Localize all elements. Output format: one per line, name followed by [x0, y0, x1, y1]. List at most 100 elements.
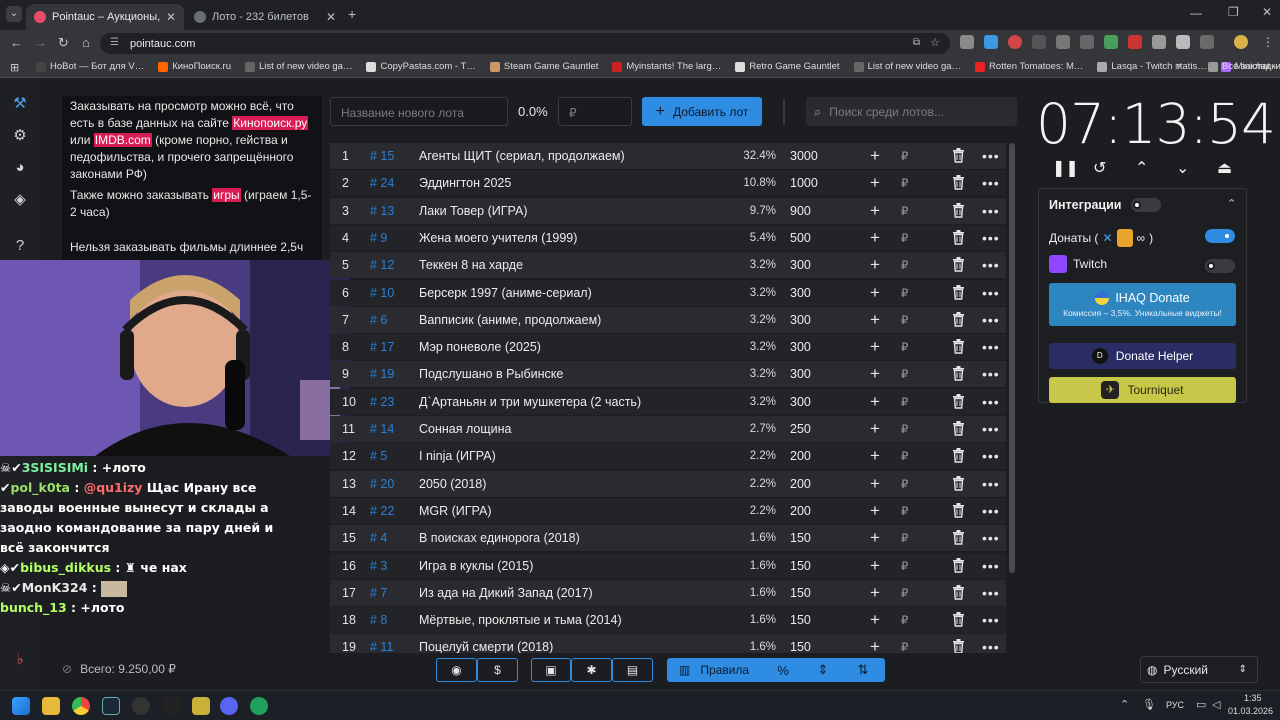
restore-window-icon[interactable]: ❐ — [1228, 5, 1239, 19]
twitch-toggle[interactable] — [1205, 259, 1235, 273]
integrations-toggle[interactable] — [1131, 198, 1161, 212]
lot-id-link[interactable]: # 10 — [370, 286, 394, 300]
lot-amount[interactable]: 1000 — [790, 176, 818, 190]
lot-menu-icon[interactable]: ••• — [982, 366, 1000, 382]
delete-lot-icon[interactable] — [952, 639, 965, 653]
lot-id-link[interactable]: # 12 — [370, 258, 394, 272]
bookmark-item[interactable]: CopyPastas.com - T… — [366, 61, 476, 72]
lot-menu-icon[interactable]: ••• — [982, 585, 1000, 601]
lot-id-link[interactable]: # 22 — [370, 504, 394, 518]
lot-menu-icon[interactable]: ••• — [982, 148, 1000, 164]
rules-button[interactable]: ▥ Правила — [667, 663, 763, 677]
amount-input[interactable]: ₽ — [901, 313, 908, 327]
app-icon[interactable] — [164, 697, 182, 715]
lot-name[interactable]: Эддингтон 2025 — [419, 176, 511, 190]
amount-input[interactable]: ₽ — [901, 204, 908, 218]
add-amount-icon[interactable]: + — [870, 580, 880, 606]
donate-button[interactable]: $ — [477, 658, 518, 682]
lot-id-link[interactable]: # 11 — [370, 640, 393, 653]
lot-menu-icon[interactable]: ••• — [982, 421, 1000, 437]
compress-icon[interactable]: ⇕ — [803, 662, 843, 678]
obs-icon[interactable] — [132, 697, 150, 715]
lot-menu-icon[interactable]: ••• — [982, 448, 1000, 464]
add-amount-icon[interactable]: + — [870, 361, 880, 387]
amount-input[interactable]: ₽ — [901, 231, 908, 245]
scrollbar[interactable] — [1009, 143, 1015, 573]
close-tab-icon[interactable]: ✕ — [326, 10, 336, 24]
bookmark-item[interactable]: КиноПоиск.ru — [158, 61, 231, 72]
lot-amount[interactable]: 250 — [790, 422, 811, 436]
tourniquet-button[interactable]: ✈ Tourniquet — [1049, 377, 1236, 403]
extension-icon[interactable] — [1104, 35, 1118, 49]
amount-input[interactable]: ₽ — [901, 367, 908, 381]
eye-off-icon[interactable]: ⊘ — [62, 662, 72, 676]
new-tab-button[interactable]: + — [348, 6, 356, 22]
lot-amount[interactable]: 150 — [790, 640, 811, 653]
lot-menu-icon[interactable]: ••• — [982, 394, 1000, 410]
delete-lot-icon[interactable] — [952, 502, 965, 521]
add-amount-icon[interactable]: + — [870, 170, 880, 196]
wheel-icon[interactable]: ◕ — [10, 158, 30, 178]
lot-id-link[interactable]: # 15 — [370, 149, 394, 163]
chrome-icon[interactable] — [72, 697, 90, 715]
donations-toggle[interactable] — [1205, 229, 1235, 243]
lot-menu-icon[interactable]: ••• — [982, 339, 1000, 355]
amount-input[interactable]: ₽ — [901, 449, 908, 463]
amount-input[interactable]: ₽ — [901, 149, 908, 163]
delete-lot-icon[interactable] — [952, 257, 965, 275]
forward-icon[interactable]: → — [34, 35, 47, 50]
file-explorer-icon[interactable] — [42, 697, 60, 715]
add-amount-icon[interactable]: + — [870, 334, 880, 360]
delete-lot-icon[interactable] — [952, 612, 965, 630]
lot-menu-icon[interactable]: ••• — [982, 558, 1000, 574]
percent-toggle-icon[interactable]: % — [763, 663, 803, 678]
lot-menu-icon[interactable]: ••• — [982, 312, 1000, 328]
microphone-icon[interactable]: 🎙 — [1142, 698, 1156, 711]
pause-icon[interactable]: ❚❚ — [1052, 158, 1079, 178]
delete-lot-icon[interactable] — [952, 229, 965, 248]
add-amount-icon[interactable]: + — [870, 389, 880, 415]
lot-id-link[interactable]: # 3 — [370, 559, 387, 573]
profile-avatar[interactable] — [1234, 35, 1248, 49]
amount-input[interactable]: ₽ — [901, 504, 908, 518]
amount-input[interactable]: ₽ — [901, 477, 908, 491]
lot-name[interactable]: Из ада на Дикий Запад (2017) — [419, 586, 593, 600]
delete-lot-icon[interactable] — [952, 175, 965, 193]
lot-id-link[interactable]: # 14 — [370, 422, 394, 436]
lot-id-link[interactable]: # 6 — [370, 313, 387, 327]
delete-lot-icon[interactable] — [952, 148, 965, 166]
lot-id-link[interactable]: # 5 — [370, 449, 387, 463]
add-amount-icon[interactable]: + — [870, 280, 880, 306]
apps-grid-icon[interactable]: ⊞ — [10, 61, 19, 74]
collapse-chevron-icon[interactable]: ⌃ — [1227, 197, 1236, 210]
bookmark-item[interactable]: Myinstants! The larg… — [612, 61, 721, 72]
lot-id-link[interactable]: # 4 — [370, 531, 387, 545]
lot-menu-icon[interactable]: ••• — [982, 203, 1000, 219]
monitor-icon[interactable]: ▭ — [1196, 698, 1206, 711]
site-info-icon[interactable]: ☰ — [110, 37, 119, 48]
lot-amount[interactable]: 150 — [790, 559, 811, 573]
lot-name[interactable]: В поисках единорога (2018) — [419, 531, 580, 545]
extension-icon[interactable] — [1008, 35, 1022, 49]
add-amount-icon[interactable]: + — [870, 525, 880, 551]
add-amount-icon[interactable]: + — [870, 225, 880, 251]
delete-lot-icon[interactable] — [952, 366, 965, 384]
lot-amount[interactable]: 150 — [790, 531, 811, 545]
delete-lot-icon[interactable] — [952, 202, 965, 221]
amount-input[interactable]: ₽ — [901, 340, 908, 354]
bookmark-item[interactable]: Retro Game Gauntlet — [735, 61, 840, 72]
github-button[interactable]: ◉ — [436, 658, 477, 682]
extension-icon[interactable] — [1080, 35, 1094, 49]
amount-input[interactable]: ₽ — [901, 258, 908, 272]
lot-name[interactable]: Берсерк 1997 (аниме-сериал) — [419, 286, 592, 300]
add-lot-button[interactable]: + Добавить лот — [642, 97, 762, 126]
tab-pointauc[interactable]: Pointauc – Аукционы, ястереи… ✕ — [26, 4, 184, 30]
amount-input[interactable]: ₽ — [901, 286, 908, 300]
lot-amount[interactable]: 500 — [790, 231, 811, 245]
clock-date[interactable]: 01.03.2026 — [1228, 706, 1273, 716]
lot-menu-icon[interactable]: ••• — [982, 230, 1000, 246]
add-amount-icon[interactable]: + — [870, 307, 880, 333]
delete-lot-icon[interactable] — [952, 311, 965, 330]
save-button[interactable]: ▣ — [531, 658, 571, 682]
amount-input[interactable]: ₽ — [901, 531, 908, 545]
